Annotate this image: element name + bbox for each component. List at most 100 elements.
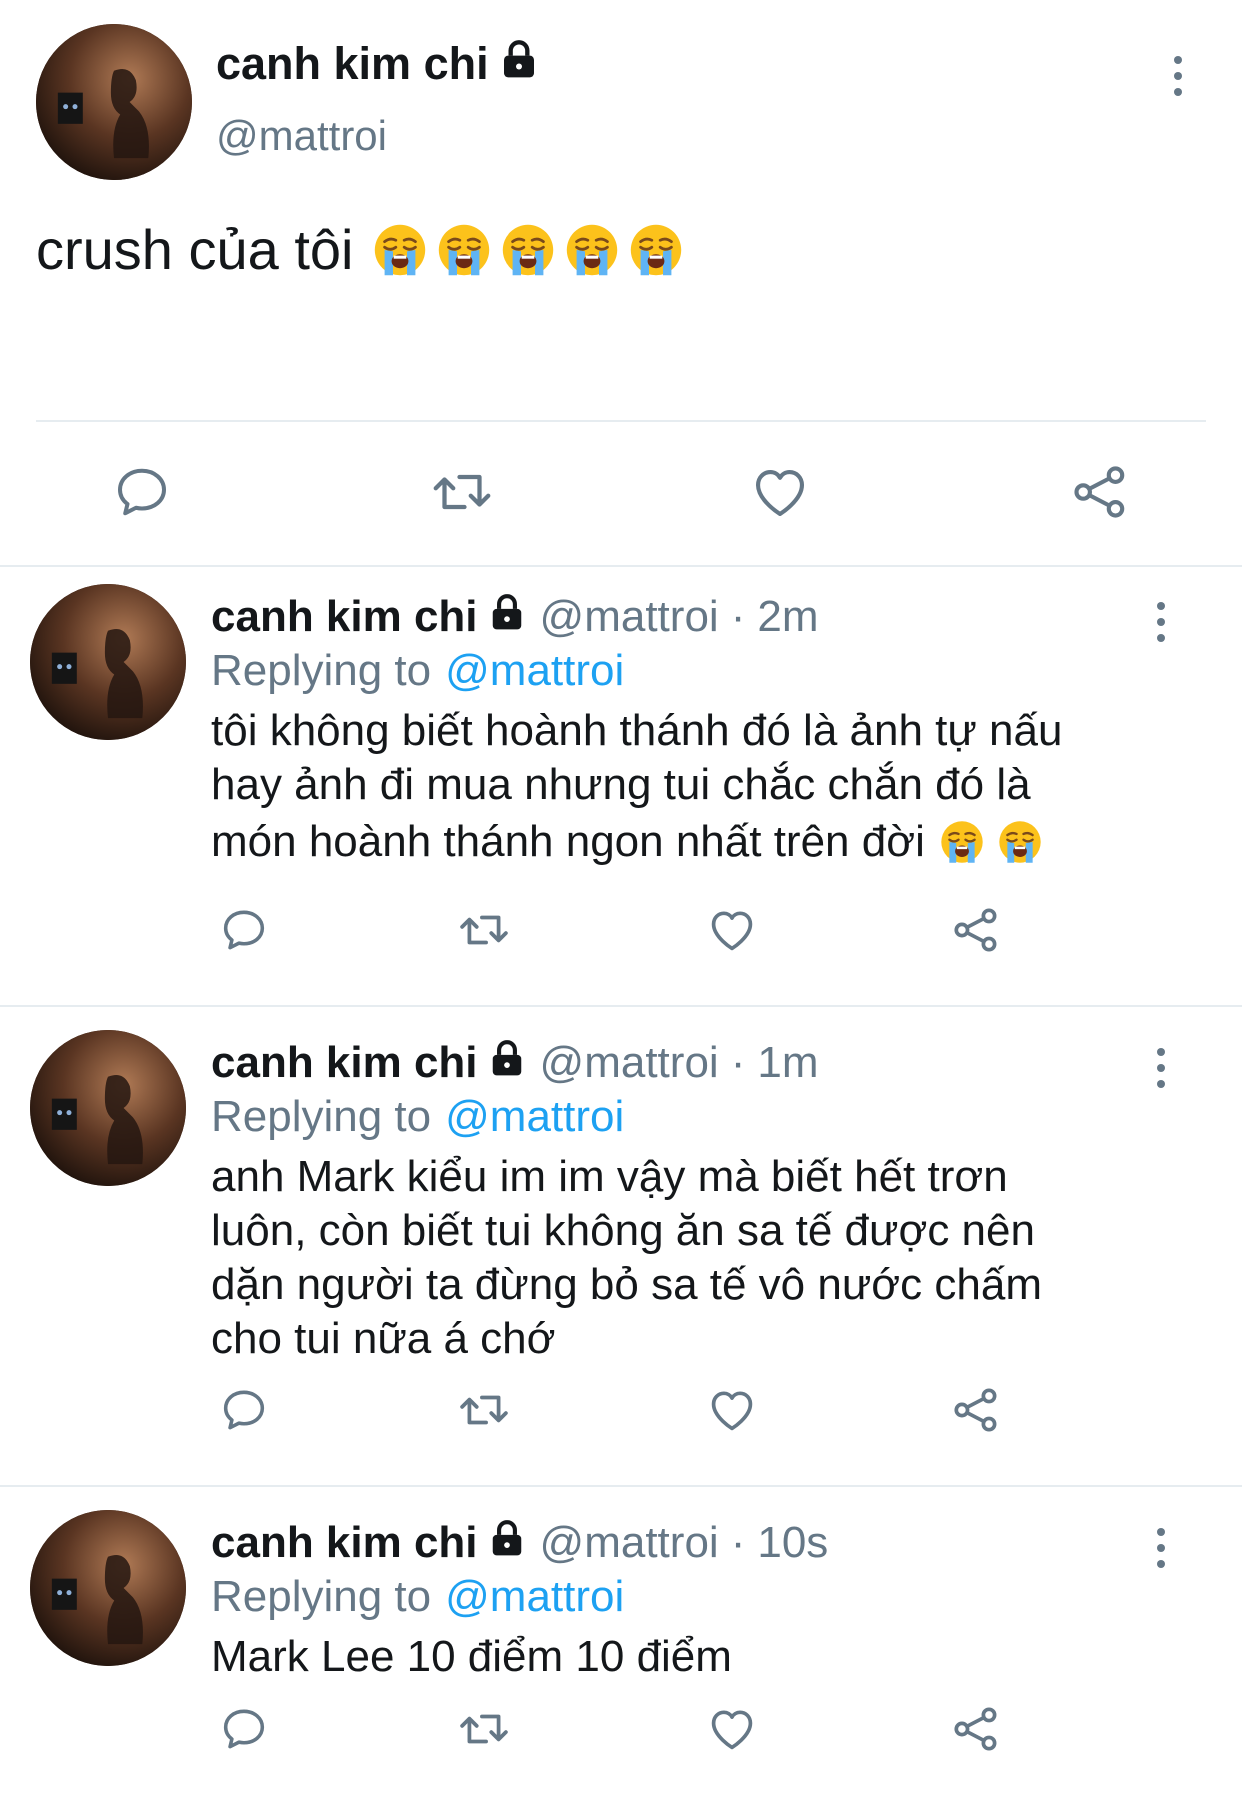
reply-text: cho tui nữa á chớ bbox=[211, 1314, 556, 1363]
divider bbox=[0, 565, 1242, 567]
heart-icon bbox=[711, 1391, 753, 1431]
avatar-image bbox=[30, 1030, 186, 1186]
loudly-crying-face-icon bbox=[941, 821, 983, 863]
separator: · bbox=[730, 1038, 746, 1087]
share-button[interactable] bbox=[944, 903, 1008, 957]
more-options-button[interactable] bbox=[1141, 1038, 1181, 1098]
reply-text-line: dặn người ta đừng bỏ sa tế vô nước chấm bbox=[211, 1258, 1042, 1312]
handle[interactable]: @mattroi bbox=[216, 112, 387, 160]
more-options-button[interactable] bbox=[1141, 592, 1181, 652]
more-dot bbox=[1157, 634, 1165, 642]
more-dot bbox=[1157, 1528, 1165, 1536]
display-name[interactable]: canh kim chi bbox=[211, 1038, 478, 1088]
replying-to-label: Replying to bbox=[211, 1092, 432, 1141]
more-dot bbox=[1157, 1544, 1165, 1552]
divider bbox=[0, 1485, 1242, 1487]
like-button[interactable] bbox=[700, 1702, 764, 1756]
replying-to-label: Replying to bbox=[211, 1572, 432, 1621]
retweet-button[interactable] bbox=[452, 1383, 516, 1437]
more-dot bbox=[1174, 56, 1182, 64]
tweet-text: crush của tôi bbox=[36, 214, 684, 286]
more-dot bbox=[1157, 618, 1165, 626]
reply-button[interactable] bbox=[212, 1702, 276, 1756]
reply-text-line: luôn, còn biết tui không ăn sa tế được n… bbox=[211, 1204, 1035, 1258]
reply-text: luôn, còn biết tui không ăn sa tế được n… bbox=[211, 1206, 1035, 1255]
reply-text: dặn người ta đừng bỏ sa tế vô nước chấm bbox=[211, 1260, 1042, 1309]
share-icon bbox=[954, 1707, 997, 1751]
display-name[interactable]: canh kim chi bbox=[211, 1518, 478, 1568]
timestamp[interactable]: 2m bbox=[757, 592, 818, 642]
like-button[interactable] bbox=[748, 460, 812, 524]
reply-text: món hoành thánh ngon nhất trên đời bbox=[211, 817, 925, 866]
share-button[interactable] bbox=[1068, 460, 1132, 524]
retweet-icon bbox=[460, 915, 508, 945]
reply-text-line: Mark Lee 10 điểm 10 điểm bbox=[211, 1630, 732, 1684]
more-options-button[interactable] bbox=[1158, 46, 1198, 106]
reply-button[interactable] bbox=[212, 903, 276, 957]
loudly-crying-face-icon bbox=[438, 224, 489, 276]
reply-text-line: tôi không biết hoành thánh đó là ảnh tự … bbox=[211, 704, 1062, 758]
like-button[interactable] bbox=[700, 1383, 764, 1437]
reply-text: Mark Lee 10 điểm 10 điểm bbox=[211, 1632, 732, 1681]
handle[interactable]: @mattroi bbox=[540, 1038, 719, 1088]
replying-to-mention[interactable]: @mattroi bbox=[445, 1572, 624, 1621]
share-icon bbox=[1074, 466, 1125, 518]
reply-header: canh kim chi @mattroi · 1m bbox=[211, 1038, 818, 1088]
handle[interactable]: @mattroi bbox=[540, 1518, 719, 1568]
replying-to: Replying to @mattroi bbox=[211, 1572, 624, 1622]
reply-button[interactable] bbox=[212, 1383, 276, 1437]
retweet-icon bbox=[460, 1714, 508, 1744]
replying-to-mention[interactable]: @mattroi bbox=[445, 1092, 624, 1141]
display-name[interactable]: canh kim chi bbox=[211, 592, 478, 642]
emoji-group bbox=[939, 819, 1043, 865]
heart-icon bbox=[711, 1710, 753, 1750]
tweet-text-content: crush của tôi bbox=[36, 218, 354, 281]
reply-text: anh Mark kiểu im im vậy mà biết hết trơn bbox=[211, 1152, 1008, 1201]
reply-header: canh kim chi @mattroi · 2m bbox=[211, 592, 818, 642]
retweet-icon bbox=[433, 474, 491, 510]
separator: · bbox=[730, 1518, 746, 1567]
more-dot bbox=[1157, 602, 1165, 610]
share-button[interactable] bbox=[944, 1702, 1008, 1756]
avatar[interactable] bbox=[30, 584, 186, 740]
timestamp[interactable]: 1m bbox=[757, 1038, 818, 1088]
divider bbox=[0, 1005, 1242, 1007]
timestamp[interactable]: 10s bbox=[757, 1518, 828, 1568]
more-dot bbox=[1157, 1064, 1165, 1072]
avatar[interactable] bbox=[30, 1510, 186, 1666]
loudly-crying-face-icon bbox=[630, 224, 681, 276]
display-name-text: canh kim chi bbox=[216, 38, 489, 89]
share-icon bbox=[954, 1388, 997, 1432]
retweet-button[interactable] bbox=[452, 903, 516, 957]
separator: · bbox=[730, 592, 746, 641]
avatar-image bbox=[30, 1510, 186, 1666]
more-dot bbox=[1157, 1048, 1165, 1056]
display-name[interactable]: canh kim chi bbox=[216, 36, 539, 92]
retweet-button[interactable] bbox=[452, 1702, 516, 1756]
more-dot bbox=[1174, 72, 1182, 80]
more-dot bbox=[1174, 88, 1182, 96]
replying-to-label: Replying to bbox=[211, 646, 432, 695]
handle[interactable]: @mattroi bbox=[540, 592, 719, 642]
avatar-image bbox=[30, 584, 186, 740]
reply-button[interactable] bbox=[110, 460, 174, 524]
avatar[interactable] bbox=[30, 1030, 186, 1186]
reply-text-line: hay ảnh đi mua nhưng tui chắc chắn đó là bbox=[211, 758, 1031, 812]
retweet-button[interactable] bbox=[426, 460, 498, 524]
share-button[interactable] bbox=[944, 1383, 1008, 1437]
heart-icon bbox=[755, 470, 805, 517]
speech-bubble-icon bbox=[223, 910, 265, 950]
replying-to: Replying to @mattroi bbox=[211, 646, 624, 696]
like-button[interactable] bbox=[700, 903, 764, 957]
reply-text-line: món hoành thánh ngon nhất trên đời bbox=[211, 812, 1043, 872]
lock-icon bbox=[488, 1038, 526, 1088]
replying-to-mention[interactable]: @mattroi bbox=[445, 646, 624, 695]
emoji-group bbox=[372, 222, 684, 278]
avatar[interactable] bbox=[36, 24, 192, 180]
loudly-crying-face-icon bbox=[374, 224, 425, 276]
loudly-crying-face-icon bbox=[999, 821, 1041, 863]
reply-text: tôi không biết hoành thánh đó là ảnh tự … bbox=[211, 706, 1063, 755]
loudly-crying-face-icon bbox=[566, 224, 617, 276]
more-options-button[interactable] bbox=[1141, 1518, 1181, 1578]
share-icon bbox=[954, 908, 997, 952]
